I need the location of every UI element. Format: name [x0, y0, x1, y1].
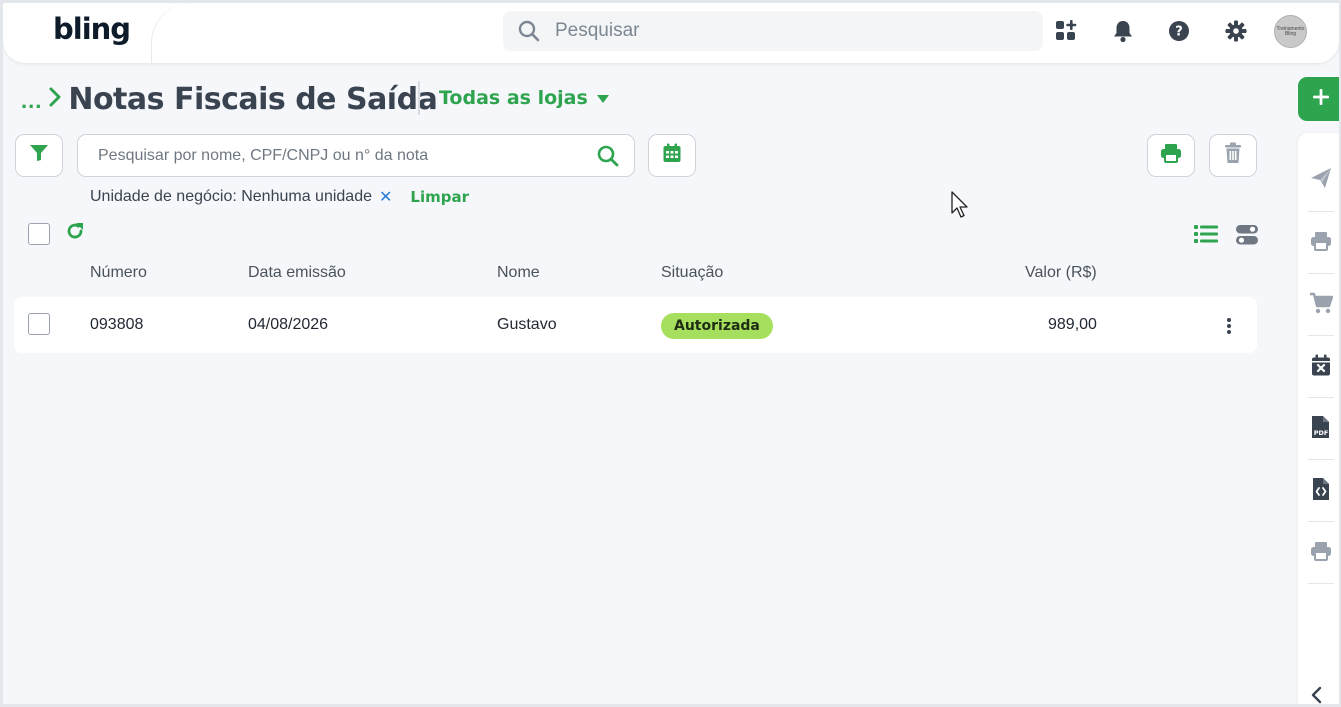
bell-icon[interactable] — [1111, 19, 1135, 43]
delete-button[interactable] — [1209, 134, 1257, 177]
column-header-data[interactable]: Data emissão — [248, 264, 346, 282]
breadcrumb-ellipsis[interactable]: ... — [21, 88, 42, 114]
select-all-checkbox[interactable] — [28, 223, 50, 245]
cell-numero: 093808 — [90, 316, 144, 333]
column-header-valor[interactable]: Valor (R$) — [1025, 264, 1097, 282]
column-header-situacao[interactable]: Situação — [661, 264, 723, 282]
trash-icon — [1224, 142, 1242, 169]
app-window: bling ? Treinamento Bling ... Notas Fisc… — [0, 0, 1341, 707]
send-action[interactable] — [1298, 149, 1339, 211]
paper-plane-icon — [1310, 167, 1332, 194]
cart-icon — [1309, 292, 1334, 319]
rail-divider — [1308, 583, 1334, 584]
search-icon — [517, 19, 541, 48]
breadcrumb: ... Notas Fiscais de Saída — [21, 81, 438, 117]
global-search-input[interactable] — [555, 11, 1025, 51]
global-search[interactable] — [503, 11, 1043, 51]
more-options-icon[interactable] — [1226, 317, 1232, 340]
store-filter-dropdown[interactable]: Todas as lojas — [439, 87, 610, 109]
bling-logo[interactable]: bling — [53, 12, 131, 46]
active-filters: Unidade de negócio: Nenhuma unidade ✕ Li… — [90, 187, 469, 207]
date-filter-button[interactable] — [648, 134, 696, 177]
printer-icon — [1160, 143, 1182, 168]
cell-nome: Gustavo — [497, 316, 557, 333]
help-icon[interactable]: ? — [1167, 19, 1191, 43]
printer-icon — [1310, 541, 1332, 566]
calendar-x-icon — [1311, 354, 1331, 381]
print-danfe-action[interactable] — [1298, 522, 1339, 584]
calendar-cancel-action[interactable] — [1298, 336, 1339, 398]
file-code-icon — [1312, 477, 1330, 506]
svg-text:PDF: PDF — [1314, 429, 1329, 437]
cart-action[interactable] — [1298, 274, 1339, 336]
logo-divider — [151, 3, 191, 63]
row-checkbox[interactable] — [28, 313, 50, 335]
print-action[interactable] — [1298, 212, 1339, 274]
filter-chip-label: Unidade de negócio: Nenhuma unidade — [90, 188, 372, 205]
chevron-right-icon — [48, 86, 62, 113]
avatar[interactable]: Treinamento Bling — [1274, 15, 1307, 48]
calendar-icon — [662, 143, 682, 168]
list-view-icon[interactable] — [1194, 223, 1218, 250]
table-row[interactable]: 093808 04/08/2026 Gustavo Autorizada 989… — [14, 297, 1257, 353]
print-button[interactable] — [1147, 134, 1195, 177]
actions-rail: PDF — [1298, 133, 1339, 704]
refresh-icon[interactable] — [65, 221, 85, 246]
clear-filters-link[interactable]: Limpar — [410, 188, 469, 206]
apps-add-icon[interactable] — [1054, 19, 1078, 43]
gear-icon[interactable] — [1224, 19, 1248, 43]
status-badge: Autorizada — [661, 313, 773, 339]
caret-down-icon — [596, 87, 610, 109]
page-title: Notas Fiscais de Saída — [68, 81, 438, 117]
cell-data-emissao: 04/08/2026 — [248, 316, 329, 333]
search-icon[interactable] — [596, 144, 620, 173]
filter-icon — [29, 144, 49, 167]
close-icon[interactable]: ✕ — [379, 187, 392, 207]
cell-valor: 989,00 — [1048, 316, 1097, 333]
notes-search[interactable] — [77, 134, 635, 177]
column-header-nome[interactable]: Nome — [497, 264, 540, 282]
xml-action[interactable] — [1298, 460, 1339, 522]
column-header-numero[interactable]: Número — [90, 264, 147, 282]
printer-icon — [1310, 231, 1332, 256]
filter-button[interactable] — [15, 134, 63, 177]
title-divider — [418, 81, 420, 115]
toggle-view-icon[interactable] — [1235, 224, 1259, 251]
notes-search-input[interactable] — [98, 135, 598, 176]
chevron-left-icon[interactable] — [1310, 685, 1324, 704]
svg-text:?: ? — [1175, 25, 1183, 40]
mouse-cursor-icon — [951, 191, 971, 224]
plus-icon — [1312, 88, 1330, 111]
file-pdf-icon: PDF — [1311, 415, 1331, 444]
store-filter-label: Todas as lojas — [439, 87, 588, 109]
add-button[interactable] — [1298, 77, 1339, 121]
top-bar: bling ? Treinamento Bling — [3, 3, 1339, 63]
pdf-action[interactable]: PDF — [1298, 398, 1339, 460]
